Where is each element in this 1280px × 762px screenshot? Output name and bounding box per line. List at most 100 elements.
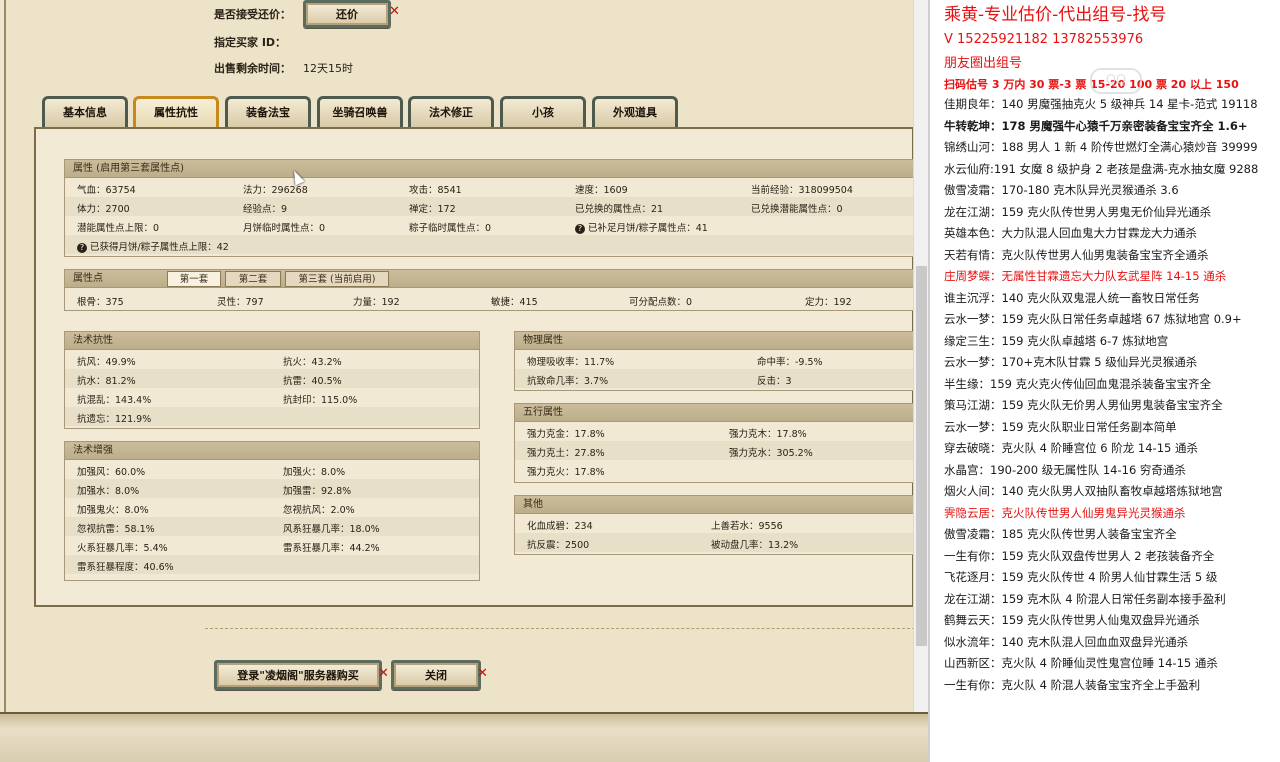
attr-footer: ? 已获得月饼/粽子属性点上限：42 [77,239,229,253]
points-subtab-2[interactable]: 第二套 [225,271,281,287]
boost-cell: 加强水：8.0% [77,486,140,497]
boost-cell: 加强风：60.0% [77,467,146,478]
resist-cell: 抗水：81.2% [77,376,136,387]
divider [205,628,915,629]
tab-attributes-resist[interactable]: 属性抗性 [133,96,219,128]
attr-cell: 攻击：8541 [409,185,462,196]
attributes-section: 属性 (启用第三套属性点) 气血：63754 法力：296268 攻击：8541… [64,159,914,257]
boost-cell: 忽视抗雷：58.1% [77,524,155,535]
tab-appearance[interactable]: 外观道具 [592,96,678,128]
question-icon[interactable]: ? [77,243,87,253]
contact-line: V 15225921182 13782553976 [944,32,1144,47]
listing-line: 缘定三生：159 克火队卓越塔 6-7 炼狱地宫 [944,333,1169,348]
listing-line: 龙在江湖：159 克火队传世男人男鬼无价仙异光通杀 [944,204,1212,219]
listing-line: 半生缘：159 克火克火传仙回血鬼混杀装备宝宝齐全 [944,376,1212,391]
listing-line: 山西新区：克火队 4 阶睡仙灵性鬼宫位睡 14-15 通杀 [944,656,1218,670]
spell-boost-title: 法术增强 [65,442,479,460]
point-cell: 力量：192 [353,297,400,308]
close-button[interactable]: 关闭 [391,660,481,690]
vertical-scrollbar[interactable] [913,0,928,712]
element-cell: 强力克土：27.8% [527,448,605,459]
tab-spell-correction[interactable]: 法术修正 [408,96,494,128]
attr-cell: ? 已补足月饼/粽子属性点：41 [575,220,708,234]
listing-line: 牛转乾坤：178 男魔强牛心猿千万亲密装备宝宝齐全 1.6+ [944,118,1248,133]
attr-cell: 体力：2700 [77,204,130,215]
physical-title: 物理属性 [515,332,913,350]
resist-cell: 抗雷：40.5% [283,376,342,387]
element-cell: 强力克火：17.8% [527,467,605,478]
element-cell: 强力克金：17.8% [527,429,605,440]
point-cell: 敏捷：415 [491,297,538,308]
game-bottom-border [0,712,928,762]
ad-title: 乘黄-专业估价-代出组号-找号 [944,5,1167,25]
attributes-title: 属性 (启用第三套属性点) [65,160,913,178]
boost-cell: 雷系狂暴几率：44.2% [283,543,380,554]
tab-children[interactable]: 小孩 [500,96,586,128]
points-section: 属性点 第一套 第二套 第三套 (当前启用) 根骨：375 灵性：797 力量：… [64,269,914,311]
listing-line: 佳期良年：140 男魔强抽克火 5 级神兵 14 星卡-范式 19118 [944,97,1258,111]
points-subtab-3[interactable]: 第三套 (当前启用) [285,271,389,287]
spell-boost-section: 法术增强 加强风：60.0% 加强火：8.0% 加强水：8.0% 加强雷：92.8%… [64,441,480,581]
counter-offer-button[interactable]: 还价 [303,0,391,28]
attr-cell: 已兑换潜能属性点：0 [751,204,843,215]
boost-cell: 风系狂暴几率：18.0% [283,524,380,535]
listing-line: 烟火人间：140 克火队男人双抽队畜牧卓越塔炼狱地宫 [944,484,1223,498]
scrollbar-thumb[interactable] [916,266,927,646]
listing-line: 一生有你：159 克火队双盘传世男人 2 老孩装备齐全 [944,548,1215,563]
other-section: 其他 化血成碧：234 上善若水：9556 抗反震：2500 被动盘几率：13.2% [514,495,914,555]
close-x-icon: ✕ [389,4,400,19]
accept-counter-label: 是否接受还价： [214,8,291,21]
points-subtab-1[interactable]: 第一套 [167,271,221,287]
resist-cell: 抗风：49.9% [77,357,136,368]
resist-cell: 抗封印：115.0% [283,395,358,406]
phys-cell: 反击：3 [757,376,792,387]
listing-line: 水晶宫：190-200 级无属性队 14-16 穷奇通杀 [944,462,1186,477]
buy-server-button[interactable]: 登录"凌烟阁"服务器购买 [214,660,382,690]
listing-line: 霁隐云居：克火队传世男人仙男鬼异光灵猴通杀 [944,505,1186,520]
tab-mounts-pets[interactable]: 坐骑召唤兽 [317,96,403,128]
listing-line: 策马江湖：159 克火队无价男人男仙男鬼装备宝宝齐全 [944,398,1223,412]
element-cell: 强力克水：305.2% [729,448,813,459]
listing-line: 云水一梦：170+克木队甘霖 5 级仙异光灵猴通杀 [944,355,1198,369]
game-window: 是否接受还价： 还价 ✕ 指定买家 ID： 出售剩余时间： 12天15时 基本信… [0,0,928,762]
physical-section: 物理属性 物理吸收率：11.7% 命中率：-9.5% 抗致命几率：3.7% 反击：3 [514,331,914,391]
question-icon[interactable]: ? [575,224,585,234]
resist-cell: 抗混乱：143.4% [77,395,152,406]
attr-cell: 速度：1609 [575,185,628,196]
tab-content-panel: 属性 (启用第三套属性点) 气血：63754 法力：296268 攻击：8541… [34,127,914,607]
listing-line: 一生有你：克火队 4 阶混人装备宝宝齐全上手盈利 [944,677,1201,692]
spell-resist-title: 法术抗性 [65,332,479,350]
listing-line: 龙在江湖：159 克木队 4 阶混人日常任务副本接手盈利 [944,591,1226,606]
listing-line: 云水一梦：159 克火队职业日常任务副本简单 [944,419,1177,434]
listing-line: 傲雪凌霜：185 克火队传世男人装备宝宝齐全 [944,527,1177,541]
boost-cell: 忽视抗风：2.0% [283,505,355,516]
attr-cell: 月饼临时属性点：0 [243,223,326,234]
listing-line: 似水流年：140 克木队混人回血血双盘异光通杀 [944,634,1189,649]
listing-line: 鹤舞云天：159 克火队传世男人仙鬼双盘异光通杀 [944,613,1200,627]
other-cell: 被动盘几率：13.2% [711,540,799,551]
point-cell: 可分配点数：0 [629,297,693,308]
attr-cell: 粽子临时属性点：0 [409,223,492,234]
tab-basic-info[interactable]: 基本信息 [42,96,128,128]
other-title: 其他 [515,496,913,514]
attr-cell: 经验点：9 [243,204,288,215]
listing-line: 傲雪凌霜：170-180 克木队异光灵猴通杀 3.6 [944,183,1179,197]
attr-cell: 禅定：172 [409,204,456,215]
resist-cell: 抗火：43.2% [283,357,342,368]
phys-cell: 物理吸收率：11.7% [527,357,615,368]
point-cell: 根骨：375 [77,297,124,308]
boost-cell: 加强鬼火：8.0% [77,505,149,516]
attr-cell: 已兑换的属性点：21 [575,204,664,215]
other-cell: 上善若水：9556 [711,521,783,532]
attr-cell: 气血：63754 [77,185,136,196]
close-x-icon: ✕ [477,666,488,681]
listing-line: 云水一梦：159 克火队日常任务卓越塔 67 炼狱地宫 0.9+ [944,312,1242,326]
moments-line: 朋友圈出组号 [944,56,1023,71]
text-notes-panel: 乘黄-专业估价-代出组号-找号 V 15225921182 1378255397… [928,0,1280,762]
point-cell: 灵性：797 [217,297,264,308]
listing-line: 水云仙府:191 女魔 8 级护身 2 老孩是盘满-克水抽女魔 9288 [944,161,1259,176]
tab-equipment[interactable]: 装备法宝 [225,96,311,128]
boost-cell: 加强火：8.0% [283,467,346,478]
phys-cell: 命中率：-9.5% [757,357,823,368]
listing-line: 庄周梦蝶：无属性甘霖遗忘大力队玄武星阵 14-15 通杀 [944,269,1227,283]
